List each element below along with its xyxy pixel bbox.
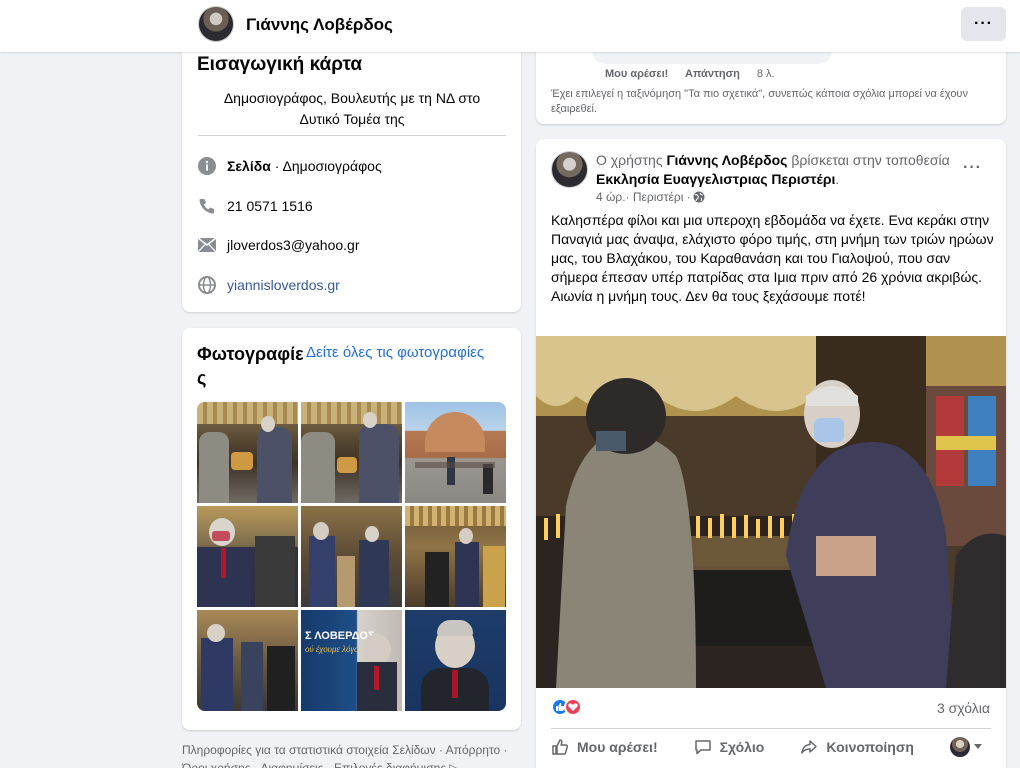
post-location[interactable]: Εκκλησία Ευαγγελιστριας Περιστέρι [596,171,835,187]
footer-links[interactable]: Πληροφορίες για τα στατιστικά στοιχεία Σ… [182,741,522,768]
comment-button-label: Σχόλιο [719,739,765,755]
sort-notice: Έχει επιλεγεί η ταξινόμηση "Τα πιο σχετι… [551,88,968,115]
more-options-button[interactable]: ··· [961,7,1006,41]
comment-reply-button[interactable]: Απάντηση [685,68,740,80]
phone-row: 21 0571 1516 [198,195,313,217]
photo-grid: Σ ΛΟΒΕΡΔΟΣ ού έχουμε λόγο. [197,402,506,711]
post-header: Ο χρήστης Γιάννης Λοβέρδος βρίσκεται στη… [596,151,966,189]
intro-divider [198,135,506,136]
comment-icon [694,740,711,755]
post-text: Καλησπέρα φίλοι και μια υπεροχη εβδομάδα… [551,212,994,304]
photo-thumbnail[interactable]: Σ ΛΟΒΕΡΔΟΣ ού έχουμε λόγο. [301,610,402,711]
phone-icon [198,197,216,215]
reaction-summary[interactable] [551,698,582,716]
photos-card: Φωτογραφίες Δείτε όλες τις φωτογραφίες Σ… [182,328,521,730]
post-author-name[interactable]: Γιάννης Λοβέρδος [666,152,787,168]
share-button-label: Κοινοποίηση [826,739,914,755]
comment-actions: Μου αρέσει! Απάντηση 8 λ. [605,68,789,80]
post-header-suffix: . [835,171,840,187]
post-action-bar: Μου αρέσει! Σχόλιο Κοινοποίηση [551,737,991,757]
email-row: jloverdos3@yahoo.gr [198,234,360,256]
thumbs-up-icon [552,739,569,755]
comments-count[interactable]: 3 σχόλια [937,700,990,716]
page-name[interactable]: Γιάννης Λοβέρδος [246,15,393,35]
phone-number: 21 0571 1516 [227,198,313,214]
love-reaction-icon [564,698,582,716]
post-header-prefix: Ο χρήστης [596,152,667,168]
photo-thumbnail[interactable] [405,506,506,607]
photo-thumbnail[interactable] [197,610,298,711]
intro-title: Εισαγωγική κάρτα [197,54,363,75]
photo-thumbnail[interactable] [405,610,506,711]
website-row: yiannisloverdos.gr [198,274,340,296]
post-options-button[interactable]: ··· [963,159,982,177]
post-card: Ο χρήστης Γιάννης Λοβέρδος βρίσκεται στη… [536,139,1006,768]
chevron-down-icon [973,743,991,751]
category-label[interactable]: Σελίδα [227,158,271,174]
photo-thumbnail[interactable] [301,402,402,503]
globe-icon [198,276,216,294]
globe-icon [693,191,705,203]
mail-icon [198,236,216,254]
post-place: · Περιστέρι · [625,190,691,204]
react-as-avatar [949,737,970,757]
comment-button[interactable]: Σχόλιο [694,737,765,757]
post-time[interactable]: 4 ώρ. [596,190,626,204]
share-icon [801,740,818,754]
see-all-photos-link[interactable]: Δείτε όλες τις φωτογραφίες [306,344,484,361]
share-button[interactable]: Κοινοποίηση [800,737,914,757]
like-button[interactable]: Μου αρέσει! [551,737,658,757]
comment-time[interactable]: 8 λ. [757,68,775,80]
page-header-bar: Γιάννης Λοβέρδος ··· [0,0,1020,52]
react-as-selector[interactable] [949,737,991,757]
photo-thumbnail[interactable] [405,402,506,503]
photo-thumbnail[interactable] [197,506,298,607]
email-address[interactable]: jloverdos3@yahoo.gr [227,237,360,253]
photo-thumbnail[interactable] [197,402,298,503]
category-value: · Δημοσιογράφος [270,158,382,174]
page-avatar[interactable] [198,6,234,42]
category-row: Σελίδα · Δημοσιογράφος [198,155,382,177]
post-author-avatar[interactable] [551,151,588,188]
intro-card: Εισαγωγική κάρτα Δημοσιογράφος, Βουλευτή… [182,30,521,312]
post-photo[interactable] [536,336,1006,688]
photo-thumbnail[interactable] [301,506,402,607]
post-header-mid: βρίσκεται στην τοποθεσία [787,152,950,168]
post-meta: 4 ώρ. · Περιστέρι · [596,190,705,204]
website-link[interactable]: yiannisloverdos.gr [227,277,340,293]
post-actions-divider [551,728,991,729]
intro-bio: Δημοσιογράφος, Βουλευτής με τη ΝΔ στο Δυ… [223,90,481,127]
comment-like-button[interactable]: Μου αρέσει! [605,68,668,80]
info-icon [198,157,216,175]
photos-title[interactable]: Φωτογραφίες [197,342,307,390]
like-button-label: Μου αρέσει! [577,739,658,755]
